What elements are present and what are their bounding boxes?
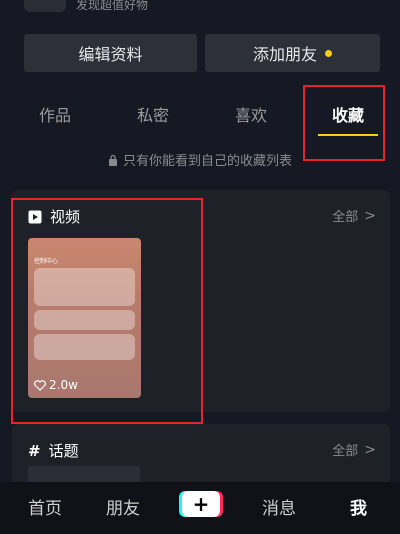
profile-tagline: 发现超值好物	[76, 0, 149, 12]
tab-private-label: 私密	[136, 106, 169, 125]
topic-section-title: 话题	[48, 442, 79, 460]
tab-likes-label: 喜欢	[234, 106, 267, 125]
private-note: 只有你能看到自己的收藏列表	[0, 150, 400, 169]
create-button[interactable]: +	[182, 491, 220, 517]
nav-friends[interactable]: 朋友	[106, 494, 140, 519]
tab-works[interactable]: 作品	[20, 96, 90, 132]
plus-icon: +	[192, 492, 210, 516]
add-friend-label: 添加朋友	[252, 45, 317, 64]
nav-me[interactable]: 我	[350, 494, 367, 519]
video-see-all-label: 全部	[332, 210, 359, 225]
nav-home[interactable]: 首页	[28, 494, 62, 519]
lock-icon	[108, 154, 117, 166]
private-note-text: 只有你能看到自己的收藏列表	[122, 154, 292, 169]
notification-dot	[325, 49, 332, 57]
topic-see-all-link[interactable]: 全部 >	[332, 440, 376, 460]
edit-profile-label: 编辑资料	[78, 45, 143, 64]
add-friend-button[interactable]: 添加朋友	[205, 34, 380, 72]
hashtag-icon: #	[28, 441, 41, 460]
bottom-navigation: 首页 朋友 + 消息 我	[0, 482, 400, 534]
edit-profile-button[interactable]: 编辑资料	[24, 34, 197, 72]
profile-header-peek: 发现超值好物	[0, 0, 400, 18]
avatar[interactable]	[24, 0, 66, 12]
tab-private[interactable]: 私密	[118, 96, 188, 132]
chevron-right-icon: >	[364, 441, 376, 458]
tab-works-label: 作品	[38, 106, 71, 125]
topic-see-all-label: 全部	[332, 444, 359, 459]
chevron-right-icon: >	[364, 207, 376, 224]
tab-likes[interactable]: 喜欢	[216, 96, 286, 132]
highlight-box-video-section	[11, 198, 203, 424]
topic-section-header: # 话题	[28, 440, 79, 461]
nav-messages[interactable]: 消息	[262, 494, 296, 519]
video-see-all-link[interactable]: 全部 >	[332, 206, 376, 226]
